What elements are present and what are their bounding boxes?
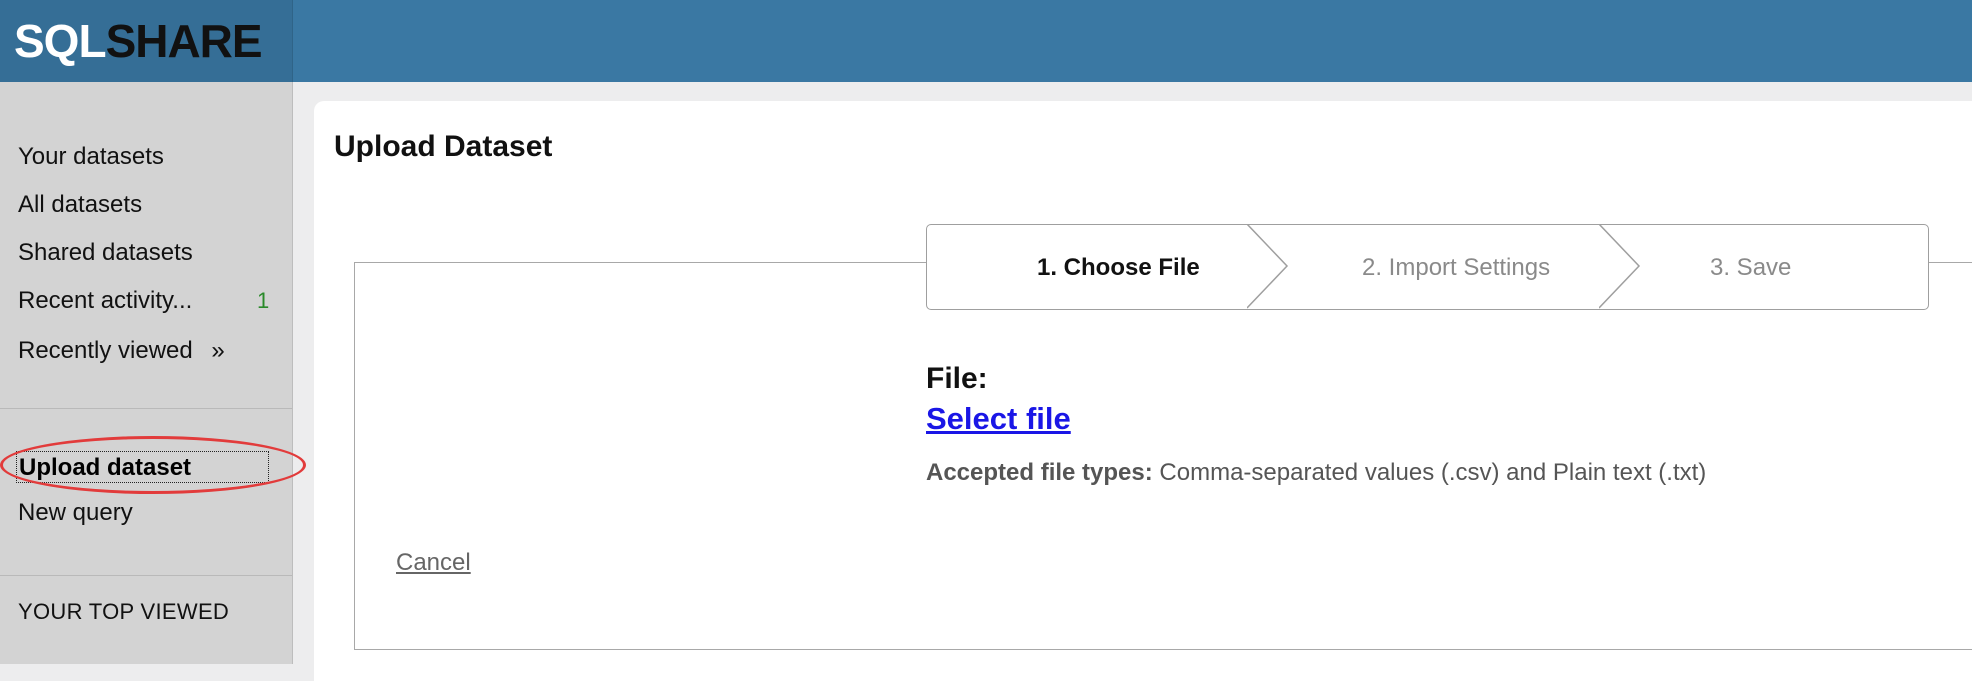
stepbar-connector-line bbox=[1929, 262, 1972, 263]
sidebar-item-upload-dataset[interactable]: Upload dataset bbox=[16, 451, 269, 483]
upload-panel bbox=[354, 262, 1972, 650]
sidebar-item-all-datasets[interactable]: All datasets bbox=[18, 190, 142, 220]
accepted-file-types-label: Accepted file types: bbox=[926, 459, 1153, 486]
select-file-link[interactable]: Select file bbox=[926, 401, 1071, 437]
sqlshare-logo[interactable]: SQLSHARE bbox=[14, 14, 263, 68]
sidebar-item-recent-activity[interactable]: Recent activity... bbox=[18, 286, 192, 316]
sidebar-item-new-query[interactable]: New query bbox=[18, 498, 133, 528]
cancel-link[interactable]: Cancel bbox=[396, 549, 471, 577]
accepted-file-types-value: Comma-separated values (.csv) and Plain … bbox=[1152, 459, 1707, 486]
step-choose-file: 1. Choose File bbox=[1037, 254, 1200, 281]
step-save: 3. Save bbox=[1710, 254, 1792, 281]
accepted-file-types: Accepted file types: Comma-separated val… bbox=[926, 459, 1706, 487]
sidebar-divider bbox=[0, 575, 292, 576]
recently-viewed-label: Recently viewed bbox=[18, 337, 193, 364]
recent-activity-count-badge: 1 bbox=[257, 288, 270, 313]
file-label: File: bbox=[926, 362, 988, 395]
sidebar-item-shared-datasets[interactable]: Shared datasets bbox=[18, 238, 193, 268]
sidebar-divider bbox=[0, 408, 292, 409]
step-separator-icon bbox=[1247, 224, 1289, 309]
sidebar-item-your-datasets[interactable]: Your datasets bbox=[18, 142, 164, 172]
chevron-right-icon: » bbox=[211, 337, 225, 364]
step-separator-icon bbox=[1599, 224, 1641, 309]
upload-steps: 1. Choose File 2. Import Settings 3. Sav… bbox=[926, 224, 1929, 310]
logo-area: SQLSHARE bbox=[0, 0, 293, 82]
step-import-settings: 2. Import Settings bbox=[1362, 254, 1551, 281]
top-header: SQLSHARE bbox=[0, 0, 1972, 82]
page-title: Upload Dataset bbox=[334, 130, 553, 163]
top-viewed-section-title: YOUR TOP VIEWED bbox=[18, 599, 230, 624]
sidebar: Your datasets All datasets Shared datase… bbox=[0, 82, 306, 664]
sidebar-item-recently-viewed[interactable]: Recently viewed » bbox=[18, 336, 225, 366]
